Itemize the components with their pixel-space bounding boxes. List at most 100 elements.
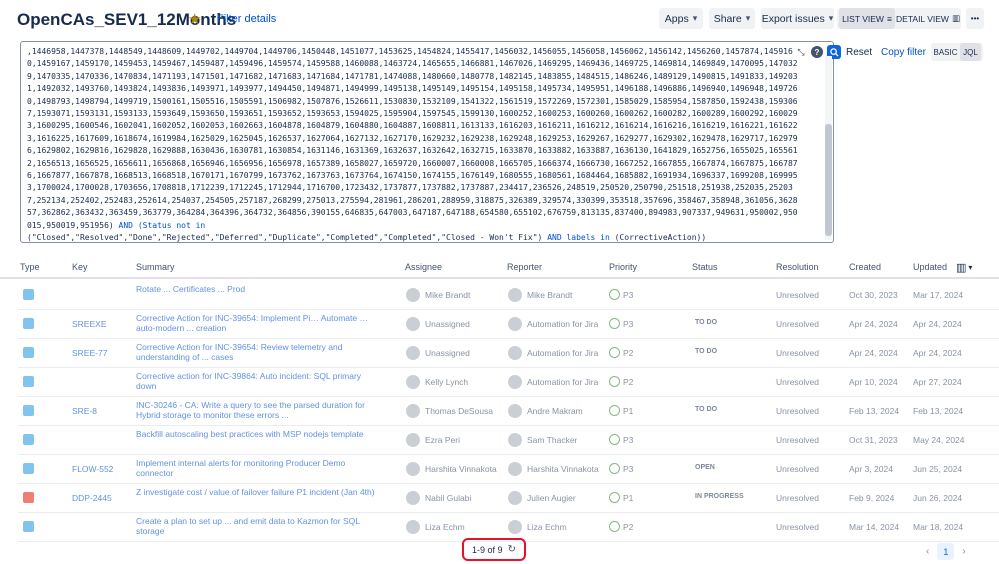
resolution-value: Unresolved xyxy=(776,464,819,474)
table-header: Type Key Summary Assignee Reporter Prior… xyxy=(0,257,999,279)
table-row[interactable]: FLOW-552 Implement internal alerts for mo… xyxy=(18,455,999,484)
assignee-name: Liza Echm xyxy=(425,522,465,532)
help-icon[interactable]: ? xyxy=(811,46,823,58)
column-picker-button[interactable]: ▥ ▾ xyxy=(956,261,972,274)
priority-label: P1 xyxy=(623,493,634,503)
prev-page-icon[interactable]: ‹ xyxy=(926,546,929,557)
refresh-icon[interactable]: ↻ xyxy=(508,544,516,555)
created-date: Feb 13, 2024 xyxy=(849,406,900,416)
created-date: Apr 24, 2024 xyxy=(849,348,898,358)
col-summary[interactable]: Summary xyxy=(136,262,175,272)
table-row[interactable]: Rotate ... Certificates ... Prod Mike Bra… xyxy=(18,281,999,310)
table-row[interactable]: SREE-77 Corrective Action for INC-39654: … xyxy=(18,339,999,368)
created-date: Oct 30, 2023 xyxy=(849,290,898,300)
status-badge[interactable]: TO DO xyxy=(692,347,720,356)
table-row[interactable]: Backfill autoscaling best practices with… xyxy=(18,426,999,455)
priority-label: P3 xyxy=(623,464,634,474)
issue-key-link[interactable]: SRE-8 xyxy=(72,406,132,416)
issue-key-link[interactable]: FLOW-552 xyxy=(72,464,132,474)
jql-scrollbar-thumb[interactable] xyxy=(825,124,832,236)
issue-summary-link[interactable]: Implement internal alerts for monitoring… xyxy=(136,458,376,478)
issue-key-link[interactable]: DDP-2445 xyxy=(72,493,132,503)
issue-summary-link[interactable]: INC-30246 - CA: Write a query to see the… xyxy=(136,400,376,420)
status-badge[interactable]: TO DO xyxy=(692,405,720,414)
status-badge[interactable]: OPEN xyxy=(692,463,718,472)
status-badge[interactable] xyxy=(692,289,698,291)
detail-view-button[interactable]: DETAIL VIEW ▥ xyxy=(896,8,960,29)
detail-view-label: DETAIL VIEW xyxy=(896,13,949,24)
col-type[interactable]: Type xyxy=(20,262,40,272)
priority-label: P1 xyxy=(623,406,634,416)
basic-mode-button[interactable]: BASIC xyxy=(933,43,958,61)
priority-label: P3 xyxy=(623,435,634,445)
priority-icon xyxy=(609,289,620,300)
issue-key-link[interactable]: SREE-77 xyxy=(72,348,132,358)
apps-button[interactable]: Apps ▾ xyxy=(659,8,703,29)
issue-type-icon xyxy=(23,405,34,416)
copy-filter-link[interactable]: Copy filter xyxy=(881,47,926,58)
col-updated[interactable]: Updated xyxy=(913,262,947,272)
issue-summary-link[interactable]: Corrective Action for INC-39654: Review … xyxy=(136,342,376,362)
jql-labels-clause: labels in xyxy=(566,233,610,243)
issue-summary-link[interactable]: Z investigate cost / value of failover f… xyxy=(136,487,376,497)
jql-query-text[interactable]: ,1446958,1447378,1448549,1448609,1449702… xyxy=(27,46,801,245)
issue-summary-link[interactable]: Create a plan to set up ... and emit dat… xyxy=(136,516,376,536)
jql-and-keyword-2: AND xyxy=(547,233,562,243)
jql-mode-button[interactable]: JQL xyxy=(960,43,981,61)
share-button[interactable]: Share ▾ xyxy=(709,8,755,29)
reporter-avatar xyxy=(508,317,522,331)
col-resolution[interactable]: Resolution xyxy=(776,262,819,272)
table-row[interactable]: DDP-2445 Z investigate cost / value of fa… xyxy=(18,484,999,513)
status-badge[interactable] xyxy=(692,376,698,378)
issue-type-icon xyxy=(23,376,34,387)
list-view-button[interactable]: LIST VIEW ≡ xyxy=(839,8,895,29)
reset-button[interactable]: Reset xyxy=(846,47,872,58)
star-icon[interactable]: ★ xyxy=(188,10,201,28)
chevron-down-icon: ▾ xyxy=(828,13,834,23)
jql-editor[interactable]: ,1446958,1447378,1448549,1448609,1449702… xyxy=(20,41,841,245)
table-row[interactable]: SRE-8 INC-30246 - CA: Write a query to se… xyxy=(18,397,999,426)
status-badge[interactable]: IN PROGRESS xyxy=(692,492,747,501)
issue-summary-link[interactable]: Corrective Action for INC-39654: Impleme… xyxy=(136,313,376,333)
issue-key-link[interactable]: SREEXE xyxy=(72,319,132,329)
columns-icon: ▥ xyxy=(956,262,967,274)
priority-icon xyxy=(609,376,620,387)
priority-icon xyxy=(609,405,620,416)
reporter-avatar xyxy=(508,288,522,302)
col-key[interactable]: Key xyxy=(72,262,88,272)
col-priority[interactable]: Priority xyxy=(609,262,637,272)
results-counter: 1-9 of 9 ↻ xyxy=(462,538,526,561)
more-actions-button[interactable]: ••• xyxy=(966,8,984,29)
updated-date: Apr 27, 2024 xyxy=(913,377,962,387)
col-reporter[interactable]: Reporter xyxy=(507,262,542,272)
issue-summary-link[interactable]: Corrective action for INC-39864: Auto in… xyxy=(136,371,376,391)
reporter-avatar xyxy=(508,491,522,505)
status-badge[interactable]: TO DO xyxy=(692,318,720,327)
status-badge[interactable] xyxy=(692,434,698,436)
next-page-icon[interactable]: › xyxy=(962,546,965,557)
updated-date: Apr 24, 2024 xyxy=(913,348,962,358)
table-row[interactable]: Corrective action for INC-39864: Auto in… xyxy=(18,368,999,397)
assignee-name: Thomas DeSousa xyxy=(425,406,494,416)
col-assignee[interactable]: Assignee xyxy=(405,262,442,272)
priority-label: P3 xyxy=(623,319,634,329)
assignee-name: Harshita Vinnakota xyxy=(425,464,497,474)
issue-summary-link[interactable]: Rotate ... Certificates ... Prod xyxy=(136,284,376,294)
resolution-value: Unresolved xyxy=(776,319,819,329)
assignee-name: Ezra Peri xyxy=(425,435,460,445)
created-date: Mar 14, 2024 xyxy=(849,522,900,532)
issue-summary-link[interactable]: Backfill autoscaling best practices with… xyxy=(136,429,376,439)
collapse-icon[interactable]: ⤡ xyxy=(795,46,807,58)
resolution-value: Unresolved xyxy=(776,290,819,300)
reporter-name: Sam Thacker xyxy=(527,435,578,445)
export-issues-button[interactable]: Export issues ▾ xyxy=(761,8,834,29)
jql-and-keyword: AND xyxy=(118,220,133,230)
col-created[interactable]: Created xyxy=(849,262,881,272)
reporter-name: Mike Brandt xyxy=(527,290,573,300)
status-badge[interactable] xyxy=(692,521,698,523)
col-status[interactable]: Status xyxy=(692,262,718,272)
filter-details-link[interactable]: Filter details xyxy=(217,13,276,25)
page-1-button[interactable]: 1 xyxy=(937,543,955,560)
priority-label: P3 xyxy=(623,290,634,300)
table-row[interactable]: SREEXE Corrective Action for INC-39654: I… xyxy=(18,310,999,339)
